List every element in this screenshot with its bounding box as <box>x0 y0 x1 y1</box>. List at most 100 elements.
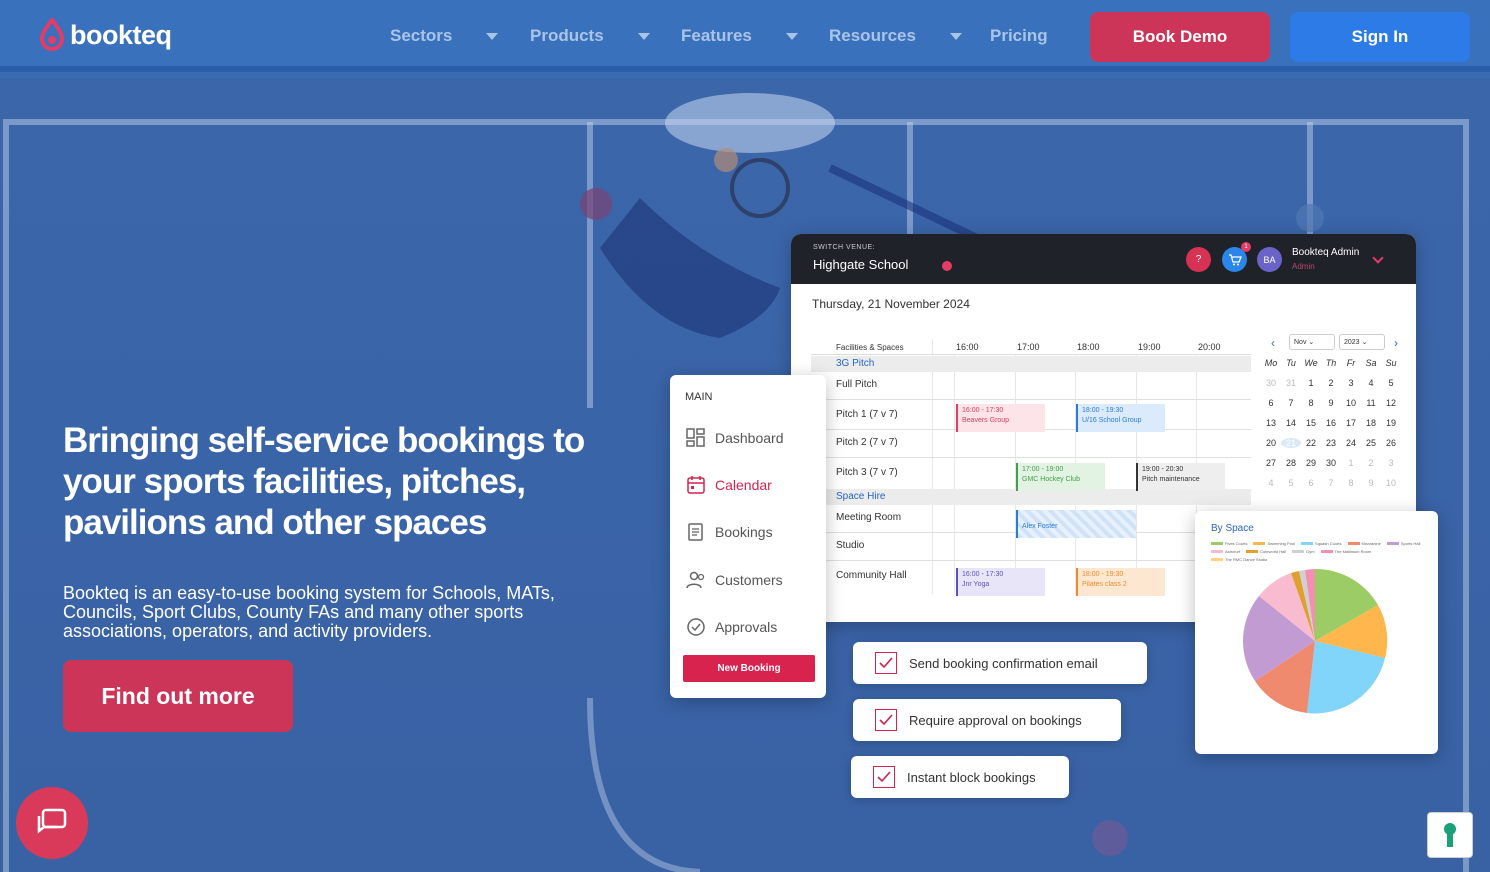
nav-sectors[interactable]: Sectors <box>390 26 499 46</box>
weekday-label: Su <box>1385 358 1397 368</box>
feature-item: Instant block bookings <box>851 756 1069 798</box>
calendar-day[interactable]: 3 <box>1341 378 1361 388</box>
booking-event[interactable]: Alex Foster <box>1016 510 1136 538</box>
calendar-date: Thursday, 21 November 2024 <box>812 297 970 311</box>
booking-event[interactable]: 16:00 - 17:30 Beavers Group <box>956 404 1045 432</box>
sidebar-item-label: Bookings <box>715 524 773 540</box>
grid-header-label: Facilities & Spaces <box>836 343 904 352</box>
book-demo-button[interactable]: Book Demo <box>1090 12 1270 62</box>
calendar-day[interactable]: 14 <box>1281 418 1301 428</box>
calendar-day[interactable]: 10 <box>1381 478 1401 488</box>
calendar-day[interactable]: 31 <box>1281 378 1301 388</box>
year-select[interactable]: 2023 ⌄ <box>1339 334 1385 350</box>
nav-products[interactable]: Products <box>530 26 650 46</box>
avatar[interactable]: BA <box>1257 247 1282 272</box>
calendar-day[interactable]: 13 <box>1261 418 1281 428</box>
calendar-day[interactable]: 7 <box>1281 398 1301 408</box>
calendar-day[interactable]: 16 <box>1321 418 1341 428</box>
calendar-day[interactable]: 29 <box>1301 458 1321 468</box>
sidebar-item-customers[interactable]: Customers <box>685 569 783 591</box>
calendar-day[interactable]: 22 <box>1301 438 1321 448</box>
calendar-day[interactable]: 18 <box>1361 418 1381 428</box>
row-pitch-2: Pitch 2 (7 v 7) <box>836 437 898 448</box>
calendar-day[interactable]: 7 <box>1321 478 1341 488</box>
pie-chart <box>1243 568 1388 714</box>
calendar-day[interactable]: 30 <box>1321 458 1341 468</box>
grid-divider <box>932 339 933 594</box>
calendar-day[interactable]: 2 <box>1361 458 1381 468</box>
calendar-day[interactable]: 25 <box>1361 438 1381 448</box>
calendar-day[interactable]: 8 <box>1301 398 1321 408</box>
booking-event[interactable]: 16:00 - 17:30 Jnr Yoga <box>956 568 1045 596</box>
feature-label: Send booking confirmation email <box>909 655 1098 671</box>
app-sidebar: MAIN Dashboard Calendar Bookings Custome… <box>670 375 826 698</box>
sidebar-item-label: Calendar <box>715 477 772 493</box>
chevron-right-icon[interactable]: › <box>1394 336 1398 350</box>
event-name: Alex Foster <box>1022 523 1058 530</box>
booking-event[interactable]: 17:00 - 19:00 GMC Hockey Club <box>1016 463 1105 491</box>
chevron-left-icon[interactable]: ‹ <box>1271 336 1275 350</box>
booking-event[interactable]: 19:00 - 20:30 Pitch maintenance <box>1136 463 1225 491</box>
calendar-day[interactable]: 4 <box>1361 378 1381 388</box>
calendar-day[interactable]: 15 <box>1301 418 1321 428</box>
section-label: Space Hire <box>836 491 886 502</box>
calendar-day[interactable]: 5 <box>1281 478 1301 488</box>
calendar-day[interactable]: 6 <box>1301 478 1321 488</box>
checkbox-icon <box>875 652 897 674</box>
calendar-day[interactable]: 28 <box>1281 458 1301 468</box>
chevron-down-icon <box>949 32 962 40</box>
calendar-day[interactable]: 12 <box>1381 398 1401 408</box>
time-label: 19:00 <box>1138 342 1161 352</box>
sidebar-item-label: Customers <box>715 572 783 588</box>
calendar-day[interactable]: 8 <box>1341 478 1361 488</box>
chevron-down-icon <box>785 32 798 40</box>
sign-in-button[interactable]: Sign In <box>1290 12 1470 62</box>
calendar-day[interactable]: 26 <box>1381 438 1401 448</box>
calendar-day[interactable]: 1 <box>1301 378 1321 388</box>
new-booking-button[interactable]: New Booking <box>683 655 815 682</box>
dashboard-icon <box>685 427 707 449</box>
calendar-day[interactable]: 5 <box>1381 378 1401 388</box>
month-value: Nov <box>1294 339 1307 346</box>
calendar-day[interactable]: 1 <box>1341 458 1361 468</box>
calendar-day[interactable]: 9 <box>1361 478 1381 488</box>
user-menu-chevron-icon[interactable] <box>1372 252 1384 264</box>
chat-button[interactable] <box>16 787 88 859</box>
nav-features[interactable]: Features <box>681 26 798 46</box>
calendar-day[interactable]: 19 <box>1381 418 1401 428</box>
chevron-down-icon <box>486 32 499 40</box>
accessibility-button[interactable] <box>1427 812 1473 858</box>
calendar-day[interactable]: 6 <box>1261 398 1281 408</box>
cart-badge: 1 <box>1241 242 1251 252</box>
calendar-day[interactable]: 27 <box>1261 458 1281 468</box>
calendar-day[interactable]: 24 <box>1341 438 1361 448</box>
booking-event[interactable]: 18:00 - 19:30 U/16 School Group <box>1076 404 1165 432</box>
time-label: 16:00 <box>956 342 979 352</box>
booking-event[interactable]: 18:00 - 19:30 Pilates class 2 <box>1076 568 1165 596</box>
calendar-day[interactable]: 17 <box>1341 418 1361 428</box>
nav-pricing[interactable]: Pricing <box>990 26 1048 46</box>
calendar-day[interactable]: 9 <box>1321 398 1341 408</box>
calendar-day[interactable]: 23 <box>1321 438 1341 448</box>
calendar-day[interactable]: 4 <box>1261 478 1281 488</box>
calendar-day[interactable]: 20 <box>1261 438 1281 448</box>
calendar-day[interactable]: 11 <box>1361 398 1381 408</box>
find-out-more-button[interactable]: Find out more <box>63 660 293 732</box>
calendar-day[interactable]: 21 <box>1281 438 1301 448</box>
month-select[interactable]: Nov ⌄ <box>1289 334 1335 350</box>
calendar-day[interactable]: 30 <box>1261 378 1281 388</box>
sidebar-item-approvals[interactable]: Approvals <box>685 616 777 638</box>
logo[interactable]: bookteq <box>38 18 172 52</box>
sidebar-item-calendar[interactable]: Calendar <box>685 474 772 496</box>
calendar-day[interactable]: 3 <box>1381 458 1401 468</box>
calendar-day[interactable]: 10 <box>1341 398 1361 408</box>
help-icon[interactable]: ? <box>1186 247 1211 272</box>
nav-resources[interactable]: Resources <box>829 26 962 46</box>
calendar-day[interactable]: 2 <box>1321 378 1341 388</box>
sidebar-item-dashboard[interactable]: Dashboard <box>685 427 784 449</box>
venue-dropdown-icon[interactable] <box>942 261 952 271</box>
year-value: 2023 <box>1344 339 1360 346</box>
nav-products-label: Products <box>530 26 604 45</box>
venue-name[interactable]: Highgate School <box>813 257 908 272</box>
sidebar-item-bookings[interactable]: Bookings <box>685 521 773 543</box>
